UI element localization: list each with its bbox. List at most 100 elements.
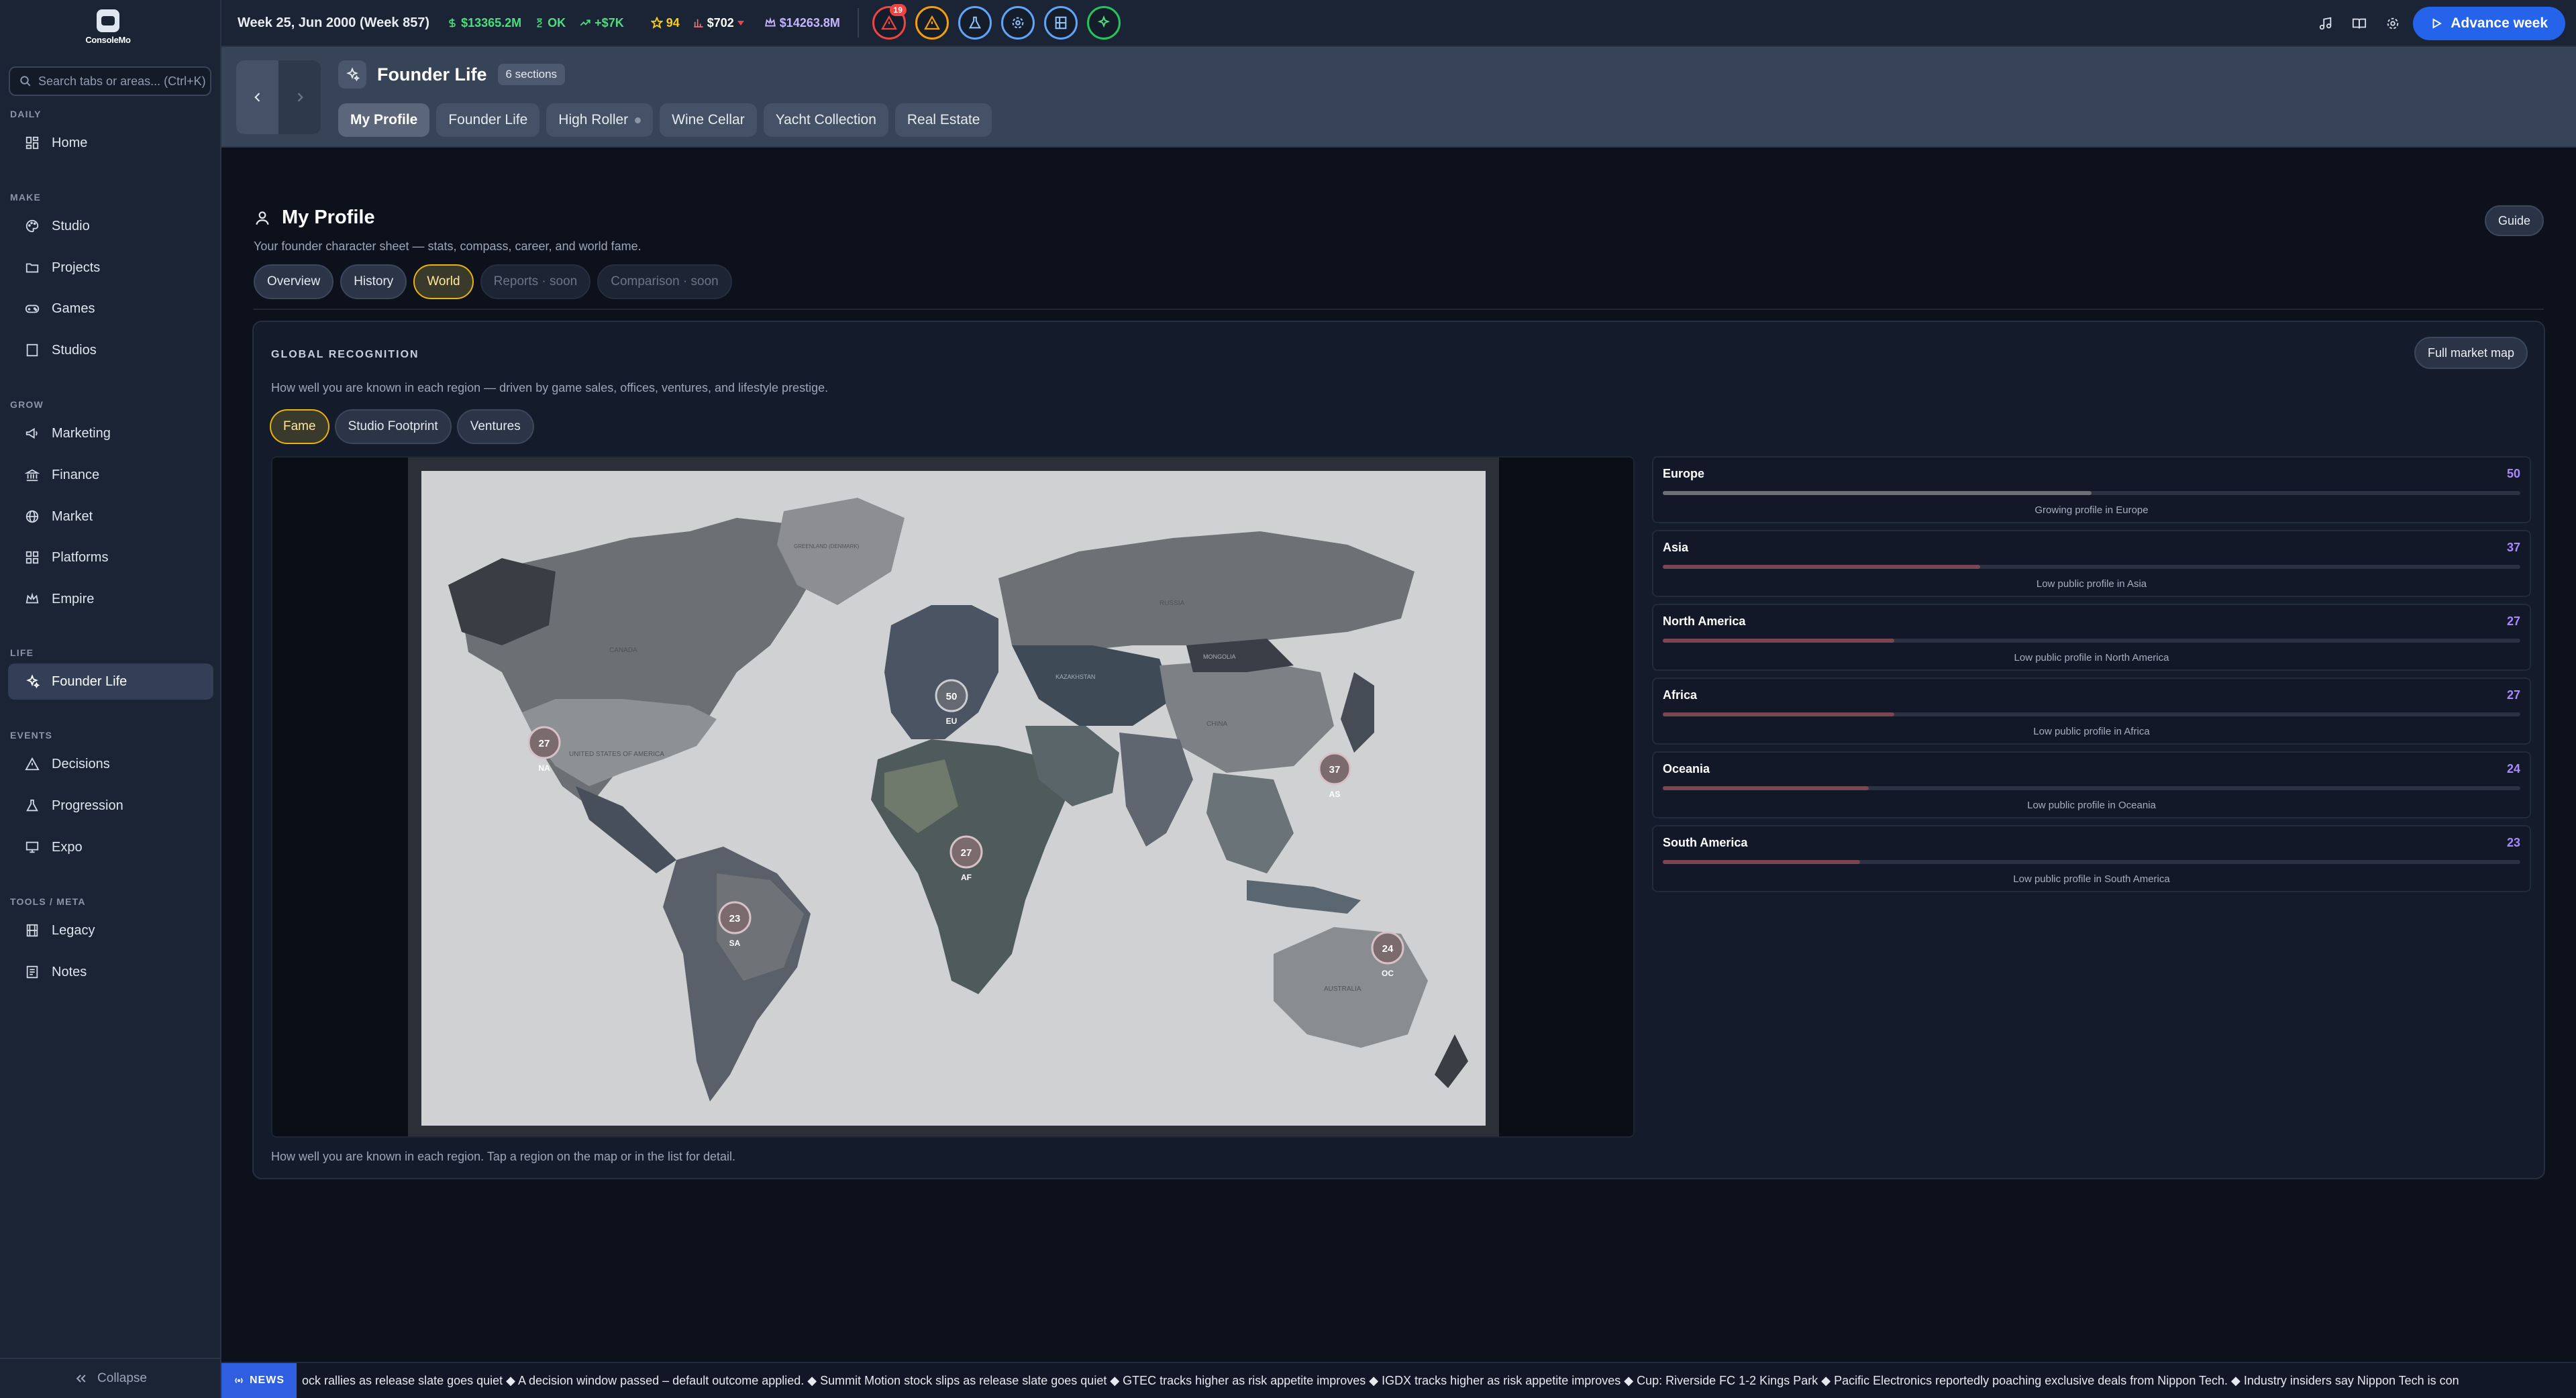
- sidebar-item-expo[interactable]: Expo: [8, 829, 213, 865]
- news-ticker[interactable]: NEWS ock rallies as release slate goes q…: [221, 1362, 2576, 1398]
- region-japan[interactable]: [1341, 672, 1374, 753]
- region-row-asia[interactable]: Asia 37 Low public profile in Asia: [1652, 530, 2531, 597]
- region-list: Europe 50 Growing profile in Europe Asia…: [1652, 456, 2531, 899]
- guide-book-button[interactable]: [2346, 10, 2373, 37]
- cash-stat[interactable]: $13365.2M: [447, 16, 521, 30]
- tab-studio-footprint[interactable]: Studio Footprint: [334, 409, 452, 444]
- region-row-africa[interactable]: Africa 27 Low public profile in Africa: [1652, 678, 2531, 745]
- tab-history[interactable]: History: [340, 264, 407, 299]
- tab-founder-life[interactable]: Founder Life: [436, 103, 540, 137]
- region-europe[interactable]: [884, 605, 998, 739]
- tab-ventures[interactable]: Ventures: [456, 409, 534, 444]
- sidebar-item-platforms[interactable]: Platforms: [8, 539, 213, 576]
- region-row-south-america[interactable]: South America 23 Low public profile in S…: [1652, 825, 2531, 892]
- region-china[interactable]: [1160, 659, 1334, 773]
- forward-button[interactable]: [278, 60, 321, 134]
- region-row-europe[interactable]: Europe 50 Growing profile in Europe: [1652, 456, 2531, 523]
- bar-chart-icon: [694, 19, 703, 28]
- full-market-map-button[interactable]: Full market map: [2414, 337, 2528, 369]
- sidebar-item-finance[interactable]: Finance: [8, 457, 213, 493]
- world-map-svg[interactable]: UNITED STATES OF AMERICA CANADA GREENLAN…: [421, 471, 1486, 1126]
- price-stat[interactable]: $702: [693, 16, 744, 30]
- tab-my-profile[interactable]: My Profile: [338, 103, 430, 137]
- sidebar-item-decisions[interactable]: Decisions: [8, 746, 213, 782]
- label-russia: RUSSIA: [1160, 600, 1185, 607]
- rating-stat[interactable]: 94: [650, 16, 680, 30]
- section-tabs: My Profile Founder Life High Roller Wine…: [338, 103, 992, 137]
- region-score: 27: [2506, 688, 2520, 702]
- pin-asia[interactable]: 37 AS: [1318, 752, 1351, 799]
- sidebar-item-projects[interactable]: Projects: [8, 250, 213, 286]
- region-fame-fill: [1663, 639, 1895, 643]
- search-box[interactable]: [9, 66, 211, 96]
- research-button[interactable]: [958, 6, 992, 40]
- logo-mark: [97, 9, 119, 32]
- region-central-asia[interactable]: [1012, 645, 1173, 726]
- tab-world[interactable]: World: [413, 264, 474, 299]
- world-map[interactable]: UNITED STATES OF AMERICA CANADA GREENLAN…: [271, 456, 1635, 1138]
- region-name: Asia: [1663, 541, 1689, 554]
- calendar-button[interactable]: [1043, 6, 1078, 40]
- sidebar-item-progression[interactable]: Progression: [8, 788, 213, 824]
- tab-comparison: Comparison · soon: [597, 264, 732, 299]
- region-southeast-asia[interactable]: [1206, 773, 1294, 873]
- region-name: South America: [1663, 836, 1748, 849]
- region-indonesia[interactable]: [1247, 880, 1361, 914]
- pin-value: 27: [539, 738, 550, 749]
- history-nav: [236, 60, 321, 134]
- sidebar-item-legacy[interactable]: Legacy: [8, 912, 213, 949]
- sidebar-item-home[interactable]: Home: [8, 125, 213, 161]
- sidebar: ConsoleMo DAILY Home MAKE Studio Project…: [0, 0, 221, 1398]
- region-fame-bar: [1663, 565, 2520, 569]
- guide-button[interactable]: Guide: [2484, 205, 2544, 236]
- news-text: ock rallies as release slate goes quiet …: [302, 1373, 2459, 1387]
- section-make: MAKE: [10, 192, 42, 203]
- region-row-oceania[interactable]: Oceania 24 Low public profile in Oceania: [1652, 751, 2531, 818]
- chevrons-left-icon: [76, 1375, 86, 1383]
- operations-button[interactable]: [1000, 6, 1035, 40]
- region-india[interactable]: [1119, 733, 1193, 847]
- region-fame-bar: [1663, 860, 2520, 864]
- sidebar-item-marketing[interactable]: Marketing: [8, 415, 213, 451]
- sidebar-item-label: Platforms: [52, 549, 109, 565]
- panel-description: How well you are known in each region — …: [271, 381, 829, 394]
- runway-stat[interactable]: OK: [535, 16, 566, 30]
- tab-high-roller[interactable]: High Roller: [546, 103, 654, 137]
- caret-down-icon: [737, 21, 744, 25]
- tab-real-estate[interactable]: Real Estate: [894, 103, 992, 137]
- region-row-north-america[interactable]: North America 27 Low public profile in N…: [1652, 604, 2531, 671]
- region-name: Europe: [1663, 467, 1705, 480]
- lifestyle-button[interactable]: [1086, 6, 1121, 40]
- region-new-zealand[interactable]: [1435, 1034, 1468, 1088]
- back-button[interactable]: [236, 60, 278, 134]
- region-russia[interactable]: [998, 531, 1414, 652]
- valuation-stat[interactable]: $14263.8M: [764, 16, 840, 30]
- trend-stat[interactable]: +$7K: [579, 16, 624, 30]
- sidebar-item-studios[interactable]: Studios: [8, 332, 213, 368]
- collapse-button[interactable]: Collapse: [0, 1358, 221, 1398]
- alerts-button[interactable]: 19: [872, 4, 907, 40]
- tab-overview[interactable]: Overview: [254, 264, 334, 299]
- chevron-right-icon: [297, 93, 303, 102]
- tab-wine-cellar[interactable]: Wine Cellar: [660, 103, 757, 137]
- region-fame-fill: [1663, 786, 1869, 790]
- sidebar-item-founder-life[interactable]: Founder Life: [8, 663, 213, 700]
- region-score: 37: [2506, 541, 2520, 554]
- sidebar-item-market[interactable]: Market: [8, 498, 213, 535]
- sidebar-item-games[interactable]: Games: [8, 290, 213, 327]
- sidebar-item-label: Decisions: [52, 756, 110, 771]
- region-central-america[interactable]: [576, 786, 676, 873]
- cash-value: $13365.2M: [461, 15, 522, 30]
- sidebar-item-notes[interactable]: Notes: [8, 954, 213, 990]
- advance-week-button[interactable]: Advance week: [2413, 7, 2565, 40]
- label-australia: AUSTRALIA: [1324, 985, 1361, 993]
- tab-fame[interactable]: Fame: [270, 409, 329, 444]
- tab-yacht-collection[interactable]: Yacht Collection: [763, 103, 888, 137]
- search-input[interactable]: [38, 74, 206, 89]
- app-logo[interactable]: ConsoleMo: [79, 9, 137, 48]
- risk-button[interactable]: [915, 6, 949, 40]
- sidebar-item-studio[interactable]: Studio: [8, 208, 213, 244]
- sidebar-item-empire[interactable]: Empire: [8, 581, 213, 617]
- settings-button[interactable]: [2379, 10, 2406, 37]
- music-button[interactable]: [2312, 10, 2339, 37]
